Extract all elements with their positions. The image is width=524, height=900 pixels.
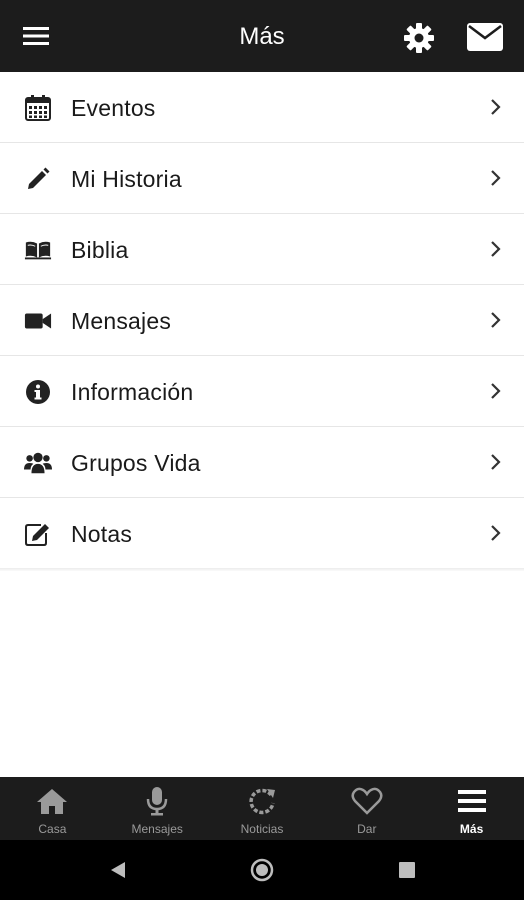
pencil-icon: [24, 166, 52, 192]
chevron-right-icon: [490, 169, 502, 187]
nav-tab-dar[interactable]: Dar: [314, 777, 419, 840]
envelope-icon[interactable]: [466, 22, 504, 52]
home-circle-icon[interactable]: [250, 858, 274, 882]
menu-item-informacion[interactable]: Información: [0, 356, 524, 427]
home-icon: [35, 786, 69, 816]
nav-tab-casa[interactable]: Casa: [0, 777, 105, 840]
info-icon: [24, 379, 52, 405]
more-menu-list: Eventos Mi Historia Biblia Mensajes Info…: [0, 72, 524, 569]
nav-tab-mas[interactable]: Más: [419, 777, 524, 840]
page-title: Más: [239, 23, 285, 50]
refresh-icon: [245, 786, 279, 816]
chevron-right-icon: [490, 240, 502, 258]
menu-item-label: Notas: [71, 521, 133, 547]
gear-icon[interactable]: [401, 20, 437, 56]
chevron-right-icon: [490, 524, 502, 542]
chevron-right-icon: [490, 98, 502, 116]
nav-tab-mensajes[interactable]: Mensajes: [105, 777, 210, 840]
nav-label: Más: [459, 822, 484, 836]
menu-item-label: Grupos Vida: [71, 450, 201, 476]
calendar-icon: [24, 95, 52, 121]
nav-label: Noticias: [240, 822, 284, 836]
menu-item-label: Información: [71, 379, 194, 405]
bottom-navigation-bar: Casa Mensajes Noticias Dar Más: [0, 777, 524, 840]
menu-item-label: Mi Historia: [71, 166, 182, 192]
menu-item-mi-historia[interactable]: Mi Historia: [0, 143, 524, 214]
menu-item-eventos[interactable]: Eventos: [0, 72, 524, 143]
recents-square-icon[interactable]: [395, 858, 419, 882]
menu-item-biblia[interactable]: Biblia: [0, 214, 524, 285]
nav-label: Casa: [38, 822, 67, 836]
menu-item-mensajes[interactable]: Mensajes: [0, 285, 524, 356]
top-app-bar: Más: [0, 0, 524, 72]
menu-lines-icon: [455, 786, 489, 816]
edit-note-icon: [24, 521, 52, 547]
book-icon: [24, 237, 52, 263]
nav-label: Mensajes: [131, 822, 183, 836]
system-navigation-bar: [0, 840, 524, 900]
menu-item-notas[interactable]: Notas: [0, 498, 524, 569]
chevron-right-icon: [490, 382, 502, 400]
chevron-right-icon: [490, 311, 502, 329]
heart-icon: [350, 786, 384, 816]
video-camera-icon: [24, 308, 52, 334]
menu-item-label: Mensajes: [71, 308, 172, 334]
nav-label: Dar: [357, 822, 377, 836]
chevron-right-icon: [490, 453, 502, 471]
menu-item-grupos-vida[interactable]: Grupos Vida: [0, 427, 524, 498]
menu-item-label: Biblia: [71, 237, 129, 263]
menu-item-label: Eventos: [71, 95, 156, 121]
back-triangle-icon[interactable]: [106, 858, 130, 882]
microphone-icon: [140, 786, 174, 816]
users-group-icon: [24, 450, 52, 476]
list-divider-shadow: [0, 568, 524, 571]
nav-tab-noticias[interactable]: Noticias: [210, 777, 315, 840]
